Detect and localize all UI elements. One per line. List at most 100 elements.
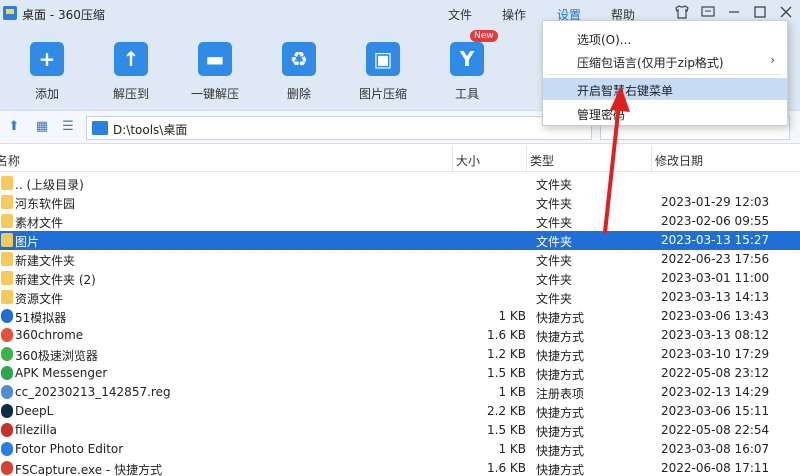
file-row[interactable]: DeepL 2.2 KB 快捷方式 2023-03-06 15:11 xyxy=(0,402,800,421)
file-name: APK Messenger xyxy=(15,366,108,380)
folder-row[interactable]: 素材文件 文件夹 2023-02-06 09:55 xyxy=(0,212,800,231)
file-icon xyxy=(1,366,13,380)
file-name: 360chrome xyxy=(15,328,84,342)
up-arrow-icon[interactable]: ⬆ xyxy=(6,119,22,135)
list-view-icon[interactable]: ☰ xyxy=(60,119,76,135)
folder-icon xyxy=(1,271,13,285)
file-modified-date: 2022-05-08 23:12 xyxy=(661,366,770,380)
file-modified-date: 2023-03-06 13:43 xyxy=(661,309,770,323)
file-icon xyxy=(1,385,13,399)
chevron-right-icon: › xyxy=(770,53,775,67)
menu-action[interactable]: 操作 xyxy=(502,6,526,23)
file-size: 1.6 KB xyxy=(487,461,526,475)
file-modified-date: 2023-03-08 16:07 xyxy=(661,442,770,456)
tools-button[interactable]: Y 工具 xyxy=(427,38,507,108)
delete-label: 删除 xyxy=(286,87,311,101)
file-type: 文件夹 xyxy=(536,197,573,211)
file-row[interactable]: cc_20230213_142857.reg 1 KB 注册表项 2023-02-13… xyxy=(0,383,800,402)
column-size[interactable]: 大小 xyxy=(456,152,480,169)
column-headers: 名称 大小 类型 修改日期 xyxy=(0,146,800,172)
column-modified[interactable]: 修改日期 xyxy=(655,152,703,169)
file-size: 1 KB xyxy=(498,442,526,456)
folder-icon xyxy=(92,121,108,135)
folder-row[interactable]: 图片 文件夹 2023-03-13 15:27 xyxy=(0,231,800,250)
file-type: 文件夹 xyxy=(536,273,573,287)
extract-to-icon: ↑ xyxy=(114,42,148,76)
one-click-extract-button[interactable]: ▬ 一键解压 xyxy=(175,38,255,108)
file-name: DeepL xyxy=(15,404,54,418)
folder-row[interactable]: 资源文件 文件夹 2023-03-13 14:13 xyxy=(0,288,800,307)
menu-item-label: 管理密码 xyxy=(577,108,626,122)
file-modified-date: 2023-01-29 12:03 xyxy=(661,195,770,209)
new-badge: New xyxy=(470,30,498,42)
file-size: 1 KB xyxy=(498,385,526,399)
file-modified-date: 2023-03-13 08:12 xyxy=(661,328,770,342)
file-name: filezilla xyxy=(15,423,57,437)
folder-row[interactable]: .. (上级目录) 文件夹 xyxy=(0,174,800,193)
file-name: FSCapture.exe - 快捷方式 xyxy=(15,463,163,476)
file-type: 快捷方式 xyxy=(536,444,585,458)
file-row[interactable]: filezilla 1.5 KB 快捷方式 2022-05-08 22:54 xyxy=(0,421,800,440)
file-row[interactable]: Fotor Photo Editor 1 KB 快捷方式 2023-03-08 16:… xyxy=(0,440,800,459)
menu-item-smart-context-menu[interactable]: 开启智慧右键菜单 xyxy=(543,78,787,100)
extract-to-button[interactable]: ↑ 解压到 xyxy=(91,38,171,108)
file-name: 图片 xyxy=(15,235,40,249)
file-size: 1.5 KB xyxy=(487,366,526,380)
file-icon xyxy=(1,442,13,456)
file-name: 51模拟器 xyxy=(15,311,67,325)
folder-row[interactable]: 河东软件园 文件夹 2023-01-29 12:03 xyxy=(0,193,800,212)
file-type: 文件夹 xyxy=(536,178,573,192)
folder-row[interactable]: 新建文件夹 (2) 文件夹 2023-03-01 11:00 xyxy=(0,269,800,288)
file-icon xyxy=(1,347,13,361)
file-type: 快捷方式 xyxy=(536,463,585,476)
column-divider[interactable] xyxy=(526,146,527,172)
file-row[interactable]: 360chrome 1.6 KB 快捷方式 2023-03-13 08:12 xyxy=(0,326,800,345)
file-name: 素材文件 xyxy=(15,216,64,230)
file-modified-date: 2023-03-01 11:00 xyxy=(661,271,770,285)
image-compress-icon: ▣ xyxy=(366,42,400,76)
folder-icon xyxy=(1,233,13,247)
file-row[interactable]: 51模拟器 1 KB 快捷方式 2023-03-06 13:43 xyxy=(0,307,800,326)
add-button[interactable]: + 添加 xyxy=(7,38,87,108)
path-text: D:\tools\桌面 xyxy=(113,123,188,137)
column-name[interactable]: 名称 xyxy=(0,152,20,169)
menu-item-password-manager[interactable]: 管理密码 xyxy=(543,102,787,124)
file-modified-date: 2023-03-06 15:11 xyxy=(661,404,770,418)
file-modified-date: 2023-02-13 14:29 xyxy=(661,385,770,399)
column-type[interactable]: 类型 xyxy=(530,152,554,169)
tools-label: 工具 xyxy=(454,87,479,101)
file-icon xyxy=(1,423,13,437)
file-type: 注册表项 xyxy=(536,387,585,401)
menu-item-options[interactable]: 选项(O)... xyxy=(543,27,787,49)
file-size: 2.2 KB xyxy=(487,404,526,418)
file-modified-date: 2023-03-13 14:13 xyxy=(661,290,770,304)
file-row[interactable]: APK Messenger 1.5 KB 快捷方式 2022-05-08 23:12 xyxy=(0,364,800,383)
add-icon: + xyxy=(30,42,64,76)
path-input[interactable]: D:\tools\桌面 xyxy=(86,116,592,140)
file-icon xyxy=(1,309,13,323)
image-compress-button[interactable]: ▣ 图片压缩 xyxy=(343,38,423,108)
menu-item-archive-language[interactable]: 压缩包语言(仅用于zip格式) › xyxy=(543,50,787,72)
app-logo-icon xyxy=(3,6,17,20)
file-type: 快捷方式 xyxy=(536,425,585,439)
file-name: 360极速浏览器 xyxy=(15,349,98,363)
file-row[interactable]: 360极速浏览器 1.2 KB 快捷方式 2023-03-10 17:29 xyxy=(0,345,800,364)
file-row[interactable]: FSCapture.exe - 快捷方式 1.6 KB 快捷方式 2022-06-08… xyxy=(0,459,800,476)
delete-button[interactable]: ♻ 删除 xyxy=(259,38,339,108)
file-type: 快捷方式 xyxy=(536,311,585,325)
file-icon xyxy=(1,461,13,475)
file-type: 快捷方式 xyxy=(536,349,585,363)
column-divider[interactable] xyxy=(651,146,652,172)
thumbnail-view-icon[interactable]: ▦ xyxy=(34,119,50,135)
file-size: 1.2 KB xyxy=(487,347,526,361)
menu-item-label: 开启智慧右键菜单 xyxy=(577,84,674,98)
column-divider[interactable] xyxy=(452,146,453,172)
file-name: cc_20230213_142857.reg xyxy=(15,385,171,399)
menu-file[interactable]: 文件 xyxy=(448,6,472,23)
file-name: 河东软件园 xyxy=(15,197,76,211)
folder-row[interactable]: 新建文件夹 文件夹 2022-06-23 17:56 xyxy=(0,250,800,269)
file-name: Fotor Photo Editor xyxy=(15,442,124,456)
file-type: 快捷方式 xyxy=(536,368,585,382)
file-modified-date: 2023-02-06 09:55 xyxy=(661,214,770,228)
file-name: 新建文件夹 (2) xyxy=(15,273,96,287)
